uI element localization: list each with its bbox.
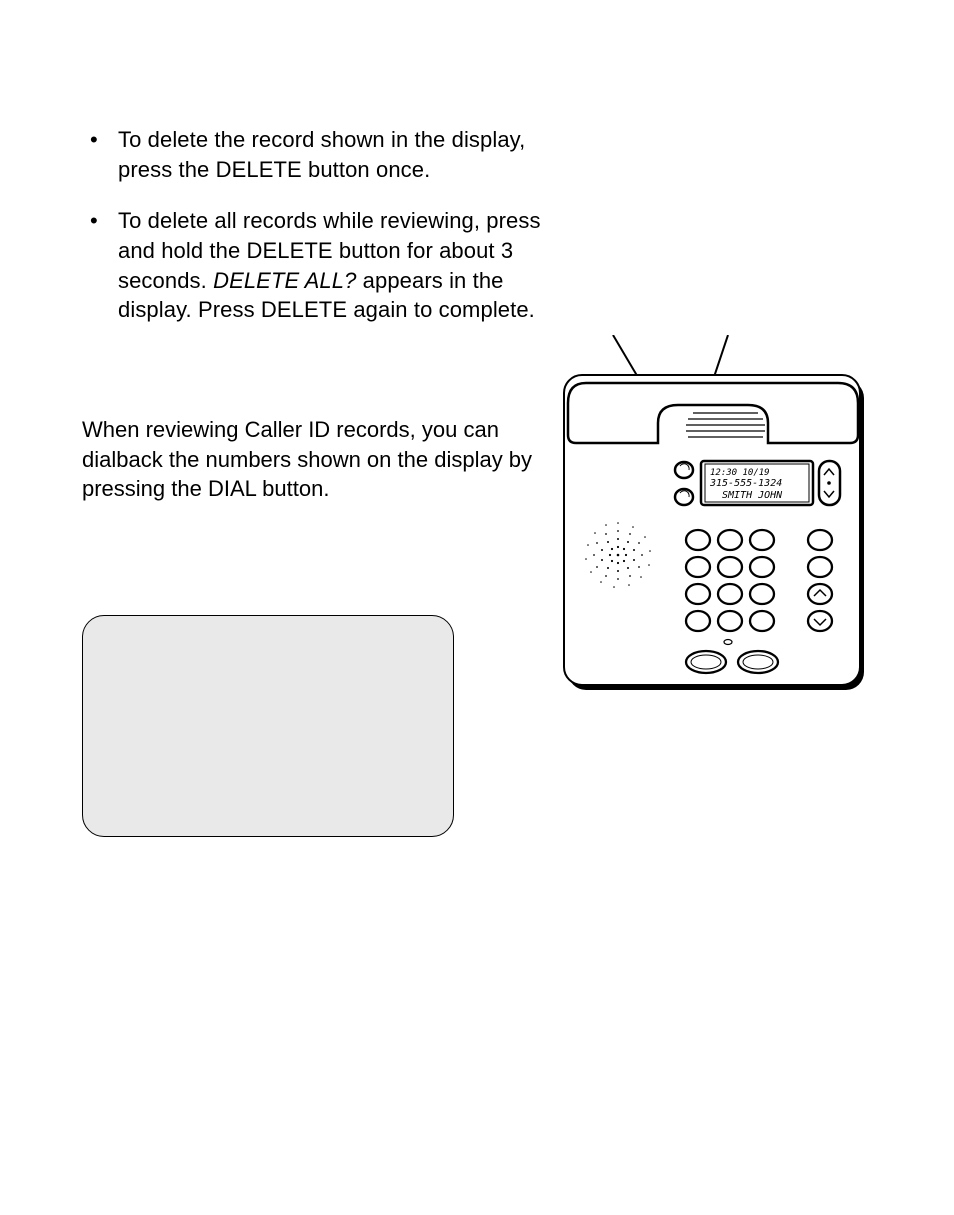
side-button-icon xyxy=(675,489,693,505)
dialback-paragraph: When reviewing Caller ID records, you ca… xyxy=(82,417,532,501)
bullet-text-2i: DELETE ALL? xyxy=(213,268,356,293)
lcd-line3: SMITH JOHN xyxy=(722,490,783,501)
phone-illustration: 12:30 10/19 315-555-1324 SMITH JOHN xyxy=(558,335,868,695)
bullet-item: To delete the record shown in the displa… xyxy=(82,125,562,184)
bullet-text-1: To delete the record shown in the displa… xyxy=(118,127,525,182)
info-panel xyxy=(82,615,454,837)
lcd-line2: 315-555-1324 xyxy=(709,478,782,489)
side-button-icon xyxy=(675,462,693,478)
bullet-item: To delete all records while reviewing, p… xyxy=(82,206,562,325)
lcd-line1: 12:30 10/19 xyxy=(710,468,770,478)
scroll-pair-icon xyxy=(819,461,840,505)
lcd-screen-icon: 12:30 10/19 315-555-1324 SMITH JOHN xyxy=(701,461,813,505)
